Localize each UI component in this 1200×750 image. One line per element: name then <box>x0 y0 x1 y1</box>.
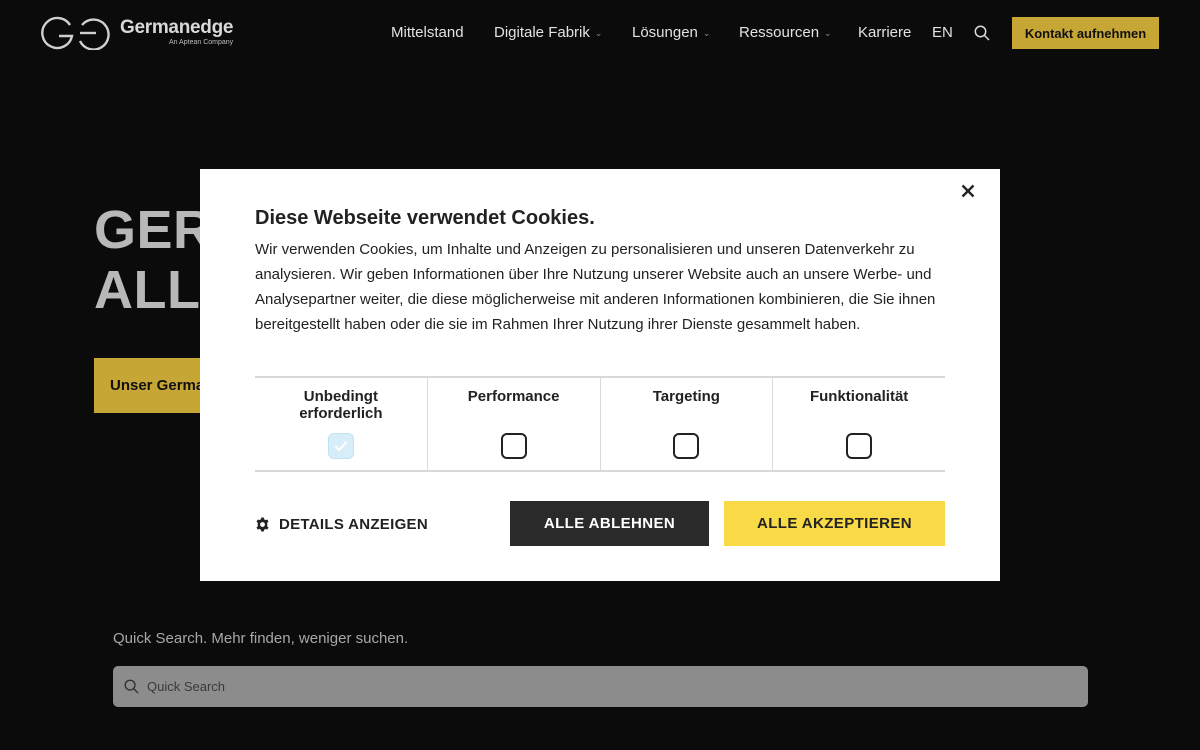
nav-label: Karriere <box>858 24 912 41</box>
quick-search-input[interactable] <box>147 679 1047 694</box>
category-checkbox-strictly-necessary[interactable] <box>327 433 354 459</box>
chevron-down-icon: ⌄ <box>824 28 832 38</box>
nav-label: Mittelstand <box>391 24 464 41</box>
search-icon <box>124 679 139 694</box>
category-label: Funktionalität <box>809 388 909 405</box>
category-strictly-necessary: Unbedingt erforderlich <box>255 378 427 470</box>
nav-item-digitale-fabrik[interactable]: Digitale Fabrik ⌄ <box>494 24 602 41</box>
nav-label: Ressourcen <box>739 24 820 41</box>
nav-label: Digitale Fabrik <box>494 24 590 41</box>
cookie-categories: Unbedingt erforderlich Performance Targe… <box>255 376 945 472</box>
brand-name: Germanedge <box>120 16 234 38</box>
nav-item-ressourcen[interactable]: Ressourcen ⌄ <box>739 24 832 41</box>
germanedge-logo-mark-icon <box>41 16 110 50</box>
category-checkbox-functionality[interactable] <box>846 433 873 459</box>
quick-search-label: Quick Search. Mehr finden, weniger suche… <box>113 630 409 647</box>
gear-icon <box>256 517 269 532</box>
hero-headline-line-1: GER <box>94 200 213 260</box>
chevron-down-icon: ⌄ <box>702 28 711 38</box>
category-targeting: Targeting <box>599 378 773 470</box>
nav-label: EN <box>932 24 953 41</box>
show-details-label: DETAILS ANZEIGEN <box>279 516 428 533</box>
close-button[interactable] <box>958 181 978 201</box>
show-details-link[interactable]: DETAILS ANZEIGEN <box>255 516 428 533</box>
category-label: Performance <box>467 388 560 405</box>
dialog-title: Diese Webseite verwendet Cookies. <box>255 207 595 229</box>
decline-all-button[interactable]: ALLE ABLEHNEN <box>510 501 709 546</box>
category-performance: Performance <box>426 378 600 470</box>
nav-label: Lösungen <box>632 24 698 41</box>
accept-all-button[interactable]: ALLE AKZEPTIEREN <box>724 501 945 546</box>
nav-item-mittelstand[interactable]: Mittelstand <box>391 24 464 41</box>
nav-item-loesungen[interactable]: Lösungen ⌄ <box>632 24 710 41</box>
site-header: Germanedge An Aptean Company Mittelstand… <box>0 0 1200 66</box>
contact-button[interactable]: Kontakt aufnehmen <box>1012 17 1159 49</box>
category-label: Unbedingt erforderlich <box>299 388 383 422</box>
close-icon <box>961 184 975 198</box>
category-checkbox-targeting[interactable] <box>673 433 700 459</box>
nav-item-karriere[interactable]: Karriere <box>858 24 911 41</box>
category-functionality: Funktionalität <box>772 378 945 470</box>
category-checkbox-performance[interactable] <box>500 433 527 459</box>
category-label: Targeting <box>652 388 720 405</box>
cookie-consent-dialog: Diese Webseite verwendet Cookies. Wir ve… <box>200 169 1000 581</box>
quick-search-box[interactable] <box>113 666 1088 707</box>
search-icon[interactable] <box>974 25 990 41</box>
checkmark-icon <box>334 441 348 452</box>
brand-logo[interactable]: Germanedge An Aptean Company <box>41 16 233 50</box>
dialog-description: Wir verwenden Cookies, um Inhalte und An… <box>255 241 936 333</box>
brand-subtitle: An Aptean Company <box>168 38 234 46</box>
chevron-down-icon: ⌄ <box>594 28 603 38</box>
language-switch-en[interactable]: EN <box>932 24 953 41</box>
hero-headline-line-2: ALL <box>94 260 201 320</box>
